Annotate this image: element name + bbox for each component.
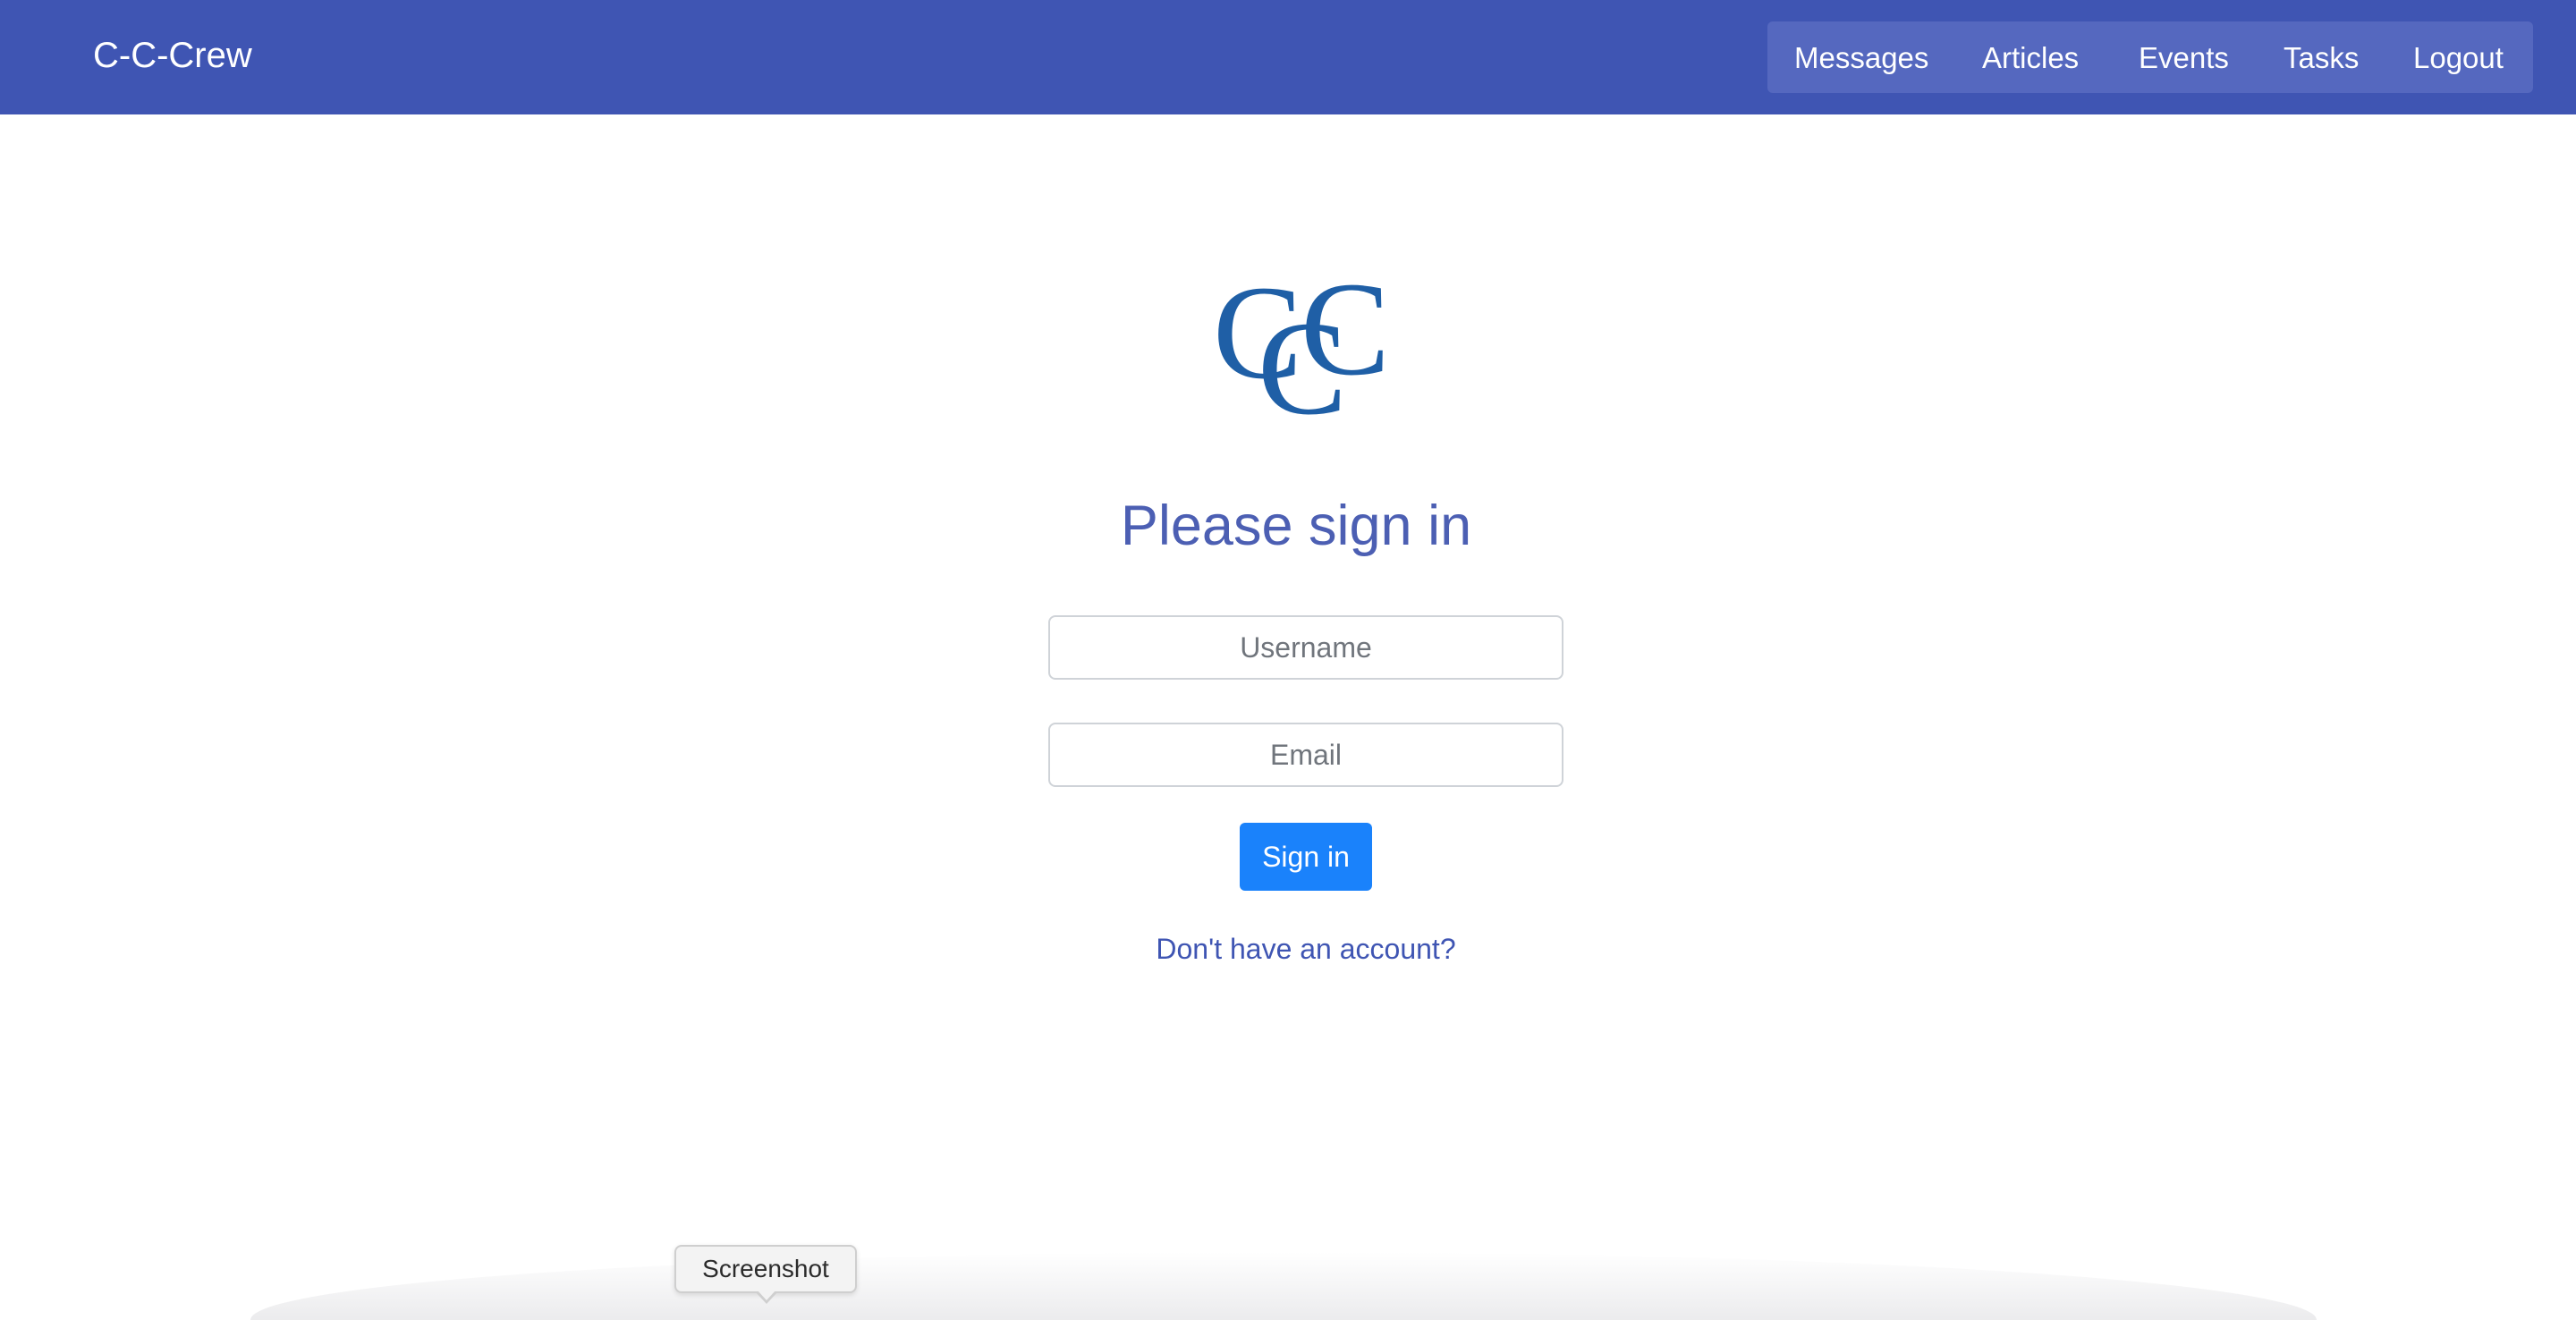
- ccc-logo: C C C: [1218, 272, 1390, 424]
- username-input[interactable]: [1048, 615, 1563, 680]
- nav-link-logout[interactable]: Logout: [2413, 43, 2504, 73]
- tooltip-arrow-fill: [758, 1290, 775, 1300]
- brand-link[interactable]: C-C-Crew: [93, 32, 252, 79]
- nav-link-tasks[interactable]: Tasks: [2284, 43, 2359, 73]
- dock-shadow: [250, 1252, 2317, 1320]
- page-title: Please sign in: [1120, 495, 1472, 557]
- nav-link-articles[interactable]: Articles: [1982, 43, 2079, 73]
- nav-menu: Messages Articles Events Tasks Logout: [1767, 21, 2533, 93]
- register-link[interactable]: Don't have an account?: [0, 930, 2576, 968]
- top-navbar: C-C-Crew Messages Articles Events Tasks …: [0, 0, 2576, 114]
- nav-link-events[interactable]: Events: [2139, 43, 2229, 73]
- sign-in-button[interactable]: Sign in: [1240, 823, 1372, 891]
- email-input[interactable]: [1048, 723, 1563, 787]
- svg-text:C: C: [1301, 272, 1390, 403]
- screenshot-tooltip: Screenshot: [674, 1245, 857, 1293]
- nav-link-messages[interactable]: Messages: [1794, 43, 1928, 73]
